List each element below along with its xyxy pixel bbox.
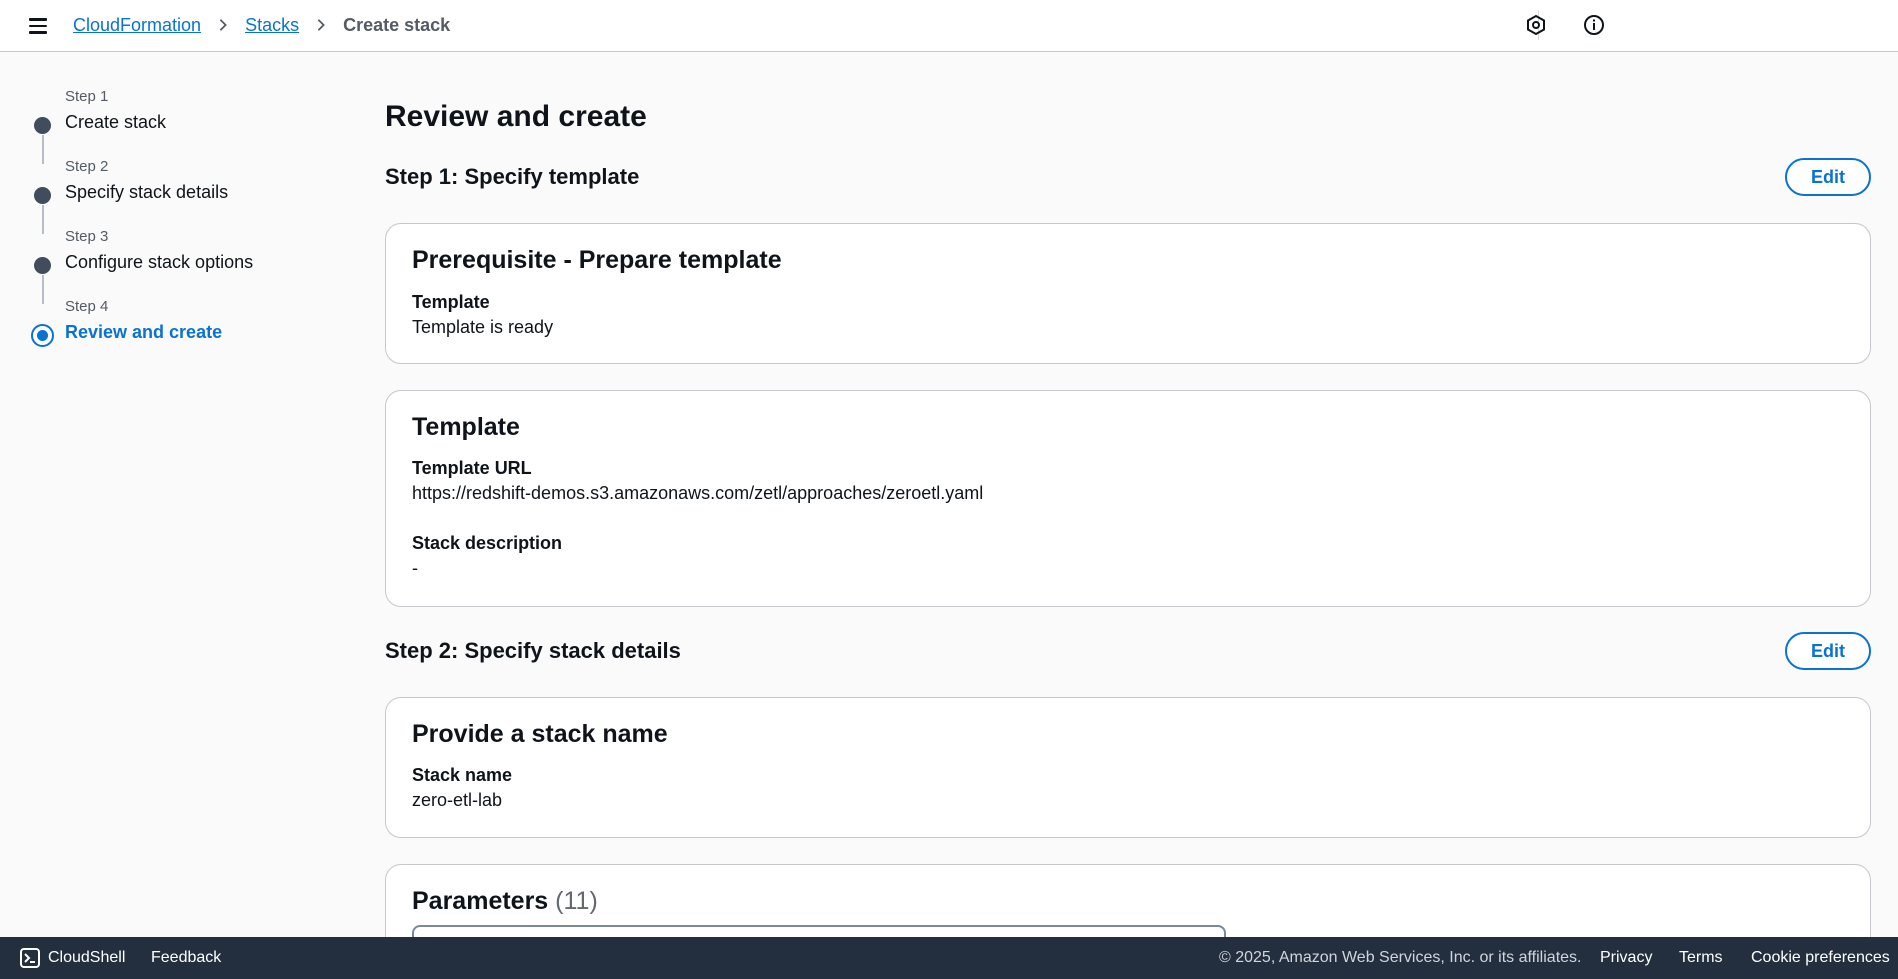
template-label: Template bbox=[412, 292, 490, 312]
breadcrumb-create-stack: Create stack bbox=[343, 14, 451, 35]
parameters-title: Parameters bbox=[412, 887, 549, 915]
wizard-step-3[interactable]: Step 3 Configure stack options bbox=[28, 228, 308, 304]
stack-description-value: - bbox=[412, 558, 418, 578]
step-dot-icon bbox=[34, 257, 51, 274]
app-root: CloudFormation Stacks Create stack Step … bbox=[0, 0, 1898, 979]
settings-hexagon-icon[interactable] bbox=[1524, 13, 1548, 37]
card-title: Provide a stack name bbox=[412, 720, 668, 748]
stack-name-card: Provide a stack name Stack name zero-etl… bbox=[385, 697, 1871, 838]
terms-link[interactable]: Terms bbox=[1679, 937, 1723, 979]
breadcrumb-stacks[interactable]: Stacks bbox=[245, 15, 299, 36]
stack-description-label: Stack description bbox=[412, 533, 563, 553]
prerequisite-card: Prerequisite - Prepare template Template… bbox=[385, 223, 1871, 364]
step-current-dot-icon bbox=[31, 324, 54, 347]
step-label[interactable]: Configure stack options bbox=[65, 252, 253, 273]
cookie-preferences-link[interactable]: Cookie preferences bbox=[1751, 937, 1890, 979]
step-number: Step 4 bbox=[65, 298, 109, 315]
breadcrumb: CloudFormation Stacks Create stack bbox=[73, 0, 450, 50]
info-icon[interactable] bbox=[1582, 13, 1606, 37]
top-navigation: CloudFormation Stacks Create stack bbox=[0, 0, 1898, 52]
step-dot-icon bbox=[34, 187, 51, 204]
chevron-right-icon bbox=[201, 18, 245, 32]
template-card: Template Template URL https://redshift-d… bbox=[385, 390, 1871, 607]
hamburger-menu-icon[interactable] bbox=[26, 13, 52, 39]
card-title: Template bbox=[412, 413, 520, 441]
wizard-step-2[interactable]: Step 2 Specify stack details bbox=[28, 158, 308, 234]
feedback-link[interactable]: Feedback bbox=[151, 937, 221, 979]
step-label[interactable]: Create stack bbox=[65, 112, 166, 133]
copyright-text: © 2025, Amazon Web Services, Inc. or its… bbox=[1219, 949, 1582, 966]
wizard-steps: Step 1 Create stack Step 2 Specify stack… bbox=[28, 88, 308, 368]
section-title: Step 1: Specify template bbox=[385, 164, 640, 189]
edit-step1-button[interactable]: Edit bbox=[1785, 158, 1871, 196]
card-title: Prerequisite - Prepare template bbox=[412, 246, 782, 274]
template-url-value: https://redshift-demos.s3.amazonaws.com/… bbox=[412, 483, 984, 503]
stack-name-label: Stack name bbox=[412, 765, 513, 785]
step-dot-icon bbox=[34, 117, 51, 134]
edit-step2-button[interactable]: Edit bbox=[1785, 632, 1871, 670]
section-title: Step 2: Specify stack details bbox=[385, 638, 681, 663]
step-number: Step 1 bbox=[65, 88, 109, 105]
wizard-step-1[interactable]: Step 1 Create stack bbox=[28, 88, 308, 164]
footer: CloudShell Feedback © 2025, Amazon Web S… bbox=[0, 937, 1898, 979]
cloudshell-button[interactable]: CloudShell bbox=[20, 937, 125, 979]
parameters-count: (11) bbox=[555, 887, 598, 915]
step-label-current: Review and create bbox=[65, 322, 223, 342]
step-number: Step 3 bbox=[65, 228, 109, 245]
breadcrumb-cloudformation[interactable]: CloudFormation bbox=[73, 15, 201, 36]
page-title: Review and create bbox=[385, 100, 647, 133]
chevron-right-icon bbox=[299, 18, 343, 32]
card-title: Parameters (11) bbox=[412, 887, 598, 916]
section-step1-header: Step 1: Specify template Edit bbox=[385, 158, 1871, 198]
template-url-label: Template URL bbox=[412, 458, 532, 478]
section-step2-header: Step 2: Specify stack details Edit bbox=[385, 632, 1871, 672]
wizard-step-4: Step 4 Review and create bbox=[28, 298, 308, 368]
step-number: Step 2 bbox=[65, 158, 109, 175]
step-label[interactable]: Specify stack details bbox=[65, 182, 228, 203]
cloudshell-label: CloudShell bbox=[48, 949, 126, 966]
privacy-link[interactable]: Privacy bbox=[1600, 937, 1652, 979]
stack-name-value: zero-etl-lab bbox=[412, 790, 503, 810]
template-value: Template is ready bbox=[412, 317, 554, 337]
terminal-icon bbox=[20, 948, 40, 968]
